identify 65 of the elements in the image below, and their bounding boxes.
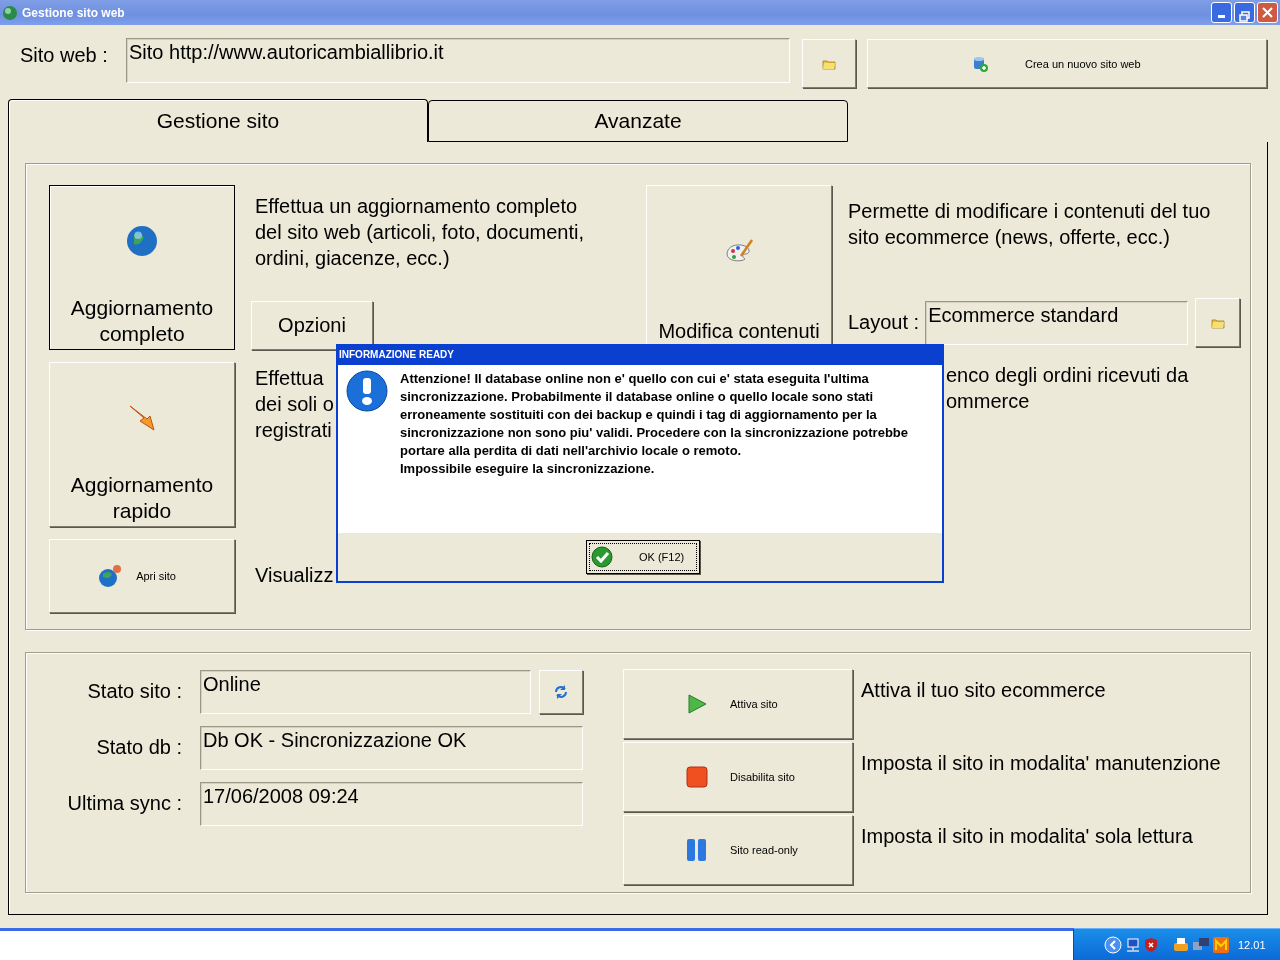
network-icon — [1125, 936, 1141, 953]
field-label: Sito web : — [20, 44, 109, 67]
globe-icon — [126, 224, 158, 257]
field-label: Stato sito : — [86, 680, 183, 703]
description-text: Effettua un aggiornamento completo del sito web (articoli, foto, documenti, ordini, giacenze, ecc.) — [255, 194, 586, 271]
description-text: Imposta il sito in modalita' sola lettura — [861, 825, 1193, 848]
browse-button[interactable] — [1195, 298, 1241, 347]
message-text: Impossibile eseguire la sincronizzazione. — [400, 460, 656, 478]
options-button[interactable]: Opzioni — [251, 301, 373, 350]
description-text: Effettua — [255, 366, 324, 391]
description-text: Visualizz — [255, 563, 335, 588]
description-text: Permette di modificare i contenuti del tuo sito ecommerce (news, offerte, ecc.) — [848, 199, 1212, 250]
site-field[interactable]: Sito http://www.autoricambiallibrio.it — [126, 38, 790, 83]
full-update-button[interactable]: Aggiornamento completo — [49, 185, 235, 350]
description-text: registrati — [255, 418, 332, 443]
minimize-button[interactable] — [1211, 2, 1232, 23]
field-label: Ultima sync : — [66, 792, 183, 815]
check-icon — [591, 546, 613, 568]
stop-icon — [686, 766, 708, 788]
tab[interactable]: Avanzate — [428, 100, 848, 142]
printer-icon — [1173, 936, 1189, 953]
quick-update-button[interactable]: Aggiornamento rapido — [49, 362, 235, 527]
database-add-icon — [972, 55, 988, 72]
description-text: ommerce — [946, 389, 1030, 414]
window-title: Gestione sito web — [22, 5, 125, 20]
globe-icon — [98, 564, 123, 588]
message-text: Attenzione! Il database online non e' quello con cui e' stata eseguita l'ultima sincronizzazione. Probabilmente il database online o quello locale sono stati erroneamente sostituiti con dei backup e quindi i tag di aggiornamento per la sincronizzazione non sono piu' validi. Procedere con la sincronizzazione potrebbe portare alla perdita di dati nell'archivio locale o remoto. — [400, 370, 909, 460]
status-field: Db OK - Sincronizzazione OK — [200, 726, 583, 770]
dialog-title: INFORMAZIONE READY — [338, 346, 942, 365]
description-text: enco degli ordini ricevuti da — [946, 363, 1189, 388]
open-site-button[interactable]: Apri sito — [49, 539, 235, 613]
shield-icon — [1144, 936, 1158, 953]
browse-button[interactable] — [802, 39, 856, 88]
app-icon — [2, 4, 18, 21]
clock: 12.01 — [1238, 938, 1266, 951]
restore-icon — [1239, 11, 1250, 22]
description-text: Imposta il sito in modalita' manutenzione — [861, 752, 1221, 775]
description-text: dei soli o — [255, 392, 334, 417]
folder-icon — [1210, 316, 1225, 329]
status-field: 17/06/2008 09:24 — [200, 782, 583, 826]
minimize-icon — [1218, 15, 1225, 18]
field-label: Stato db : — [95, 736, 183, 759]
disable-button[interactable]: Disabilita sito — [623, 742, 853, 812]
status-field: Online — [200, 670, 531, 714]
maximize-button[interactable] — [1234, 2, 1255, 23]
close-icon — [1262, 7, 1273, 18]
field-label: Layout : — [848, 311, 920, 334]
read-only-button[interactable]: Sito read-only — [623, 815, 853, 885]
activate-button[interactable]: Attiva sito — [623, 669, 853, 739]
play-icon — [687, 693, 707, 715]
tab[interactable]: Gestione sito — [8, 99, 428, 142]
refresh-button[interactable] — [539, 670, 583, 714]
computers-icon — [1192, 936, 1210, 953]
close-button[interactable] — [1257, 2, 1278, 23]
pause-icon — [686, 838, 708, 862]
ok-button[interactable]: OK (F12) — [586, 540, 700, 574]
exclamation-icon — [346, 370, 388, 412]
new-site-button[interactable]: Crea un nuovo sito web — [867, 39, 1267, 88]
m-icon — [1213, 936, 1229, 953]
chevron-icon — [1104, 935, 1122, 954]
layout-field[interactable]: Ecommerce standard — [925, 300, 1189, 345]
edit-content-button[interactable]: Modifica contenuti — [646, 185, 832, 345]
folder-icon — [822, 57, 836, 70]
description-text: Attiva il tuo sito ecommerce — [861, 679, 1106, 702]
refresh-icon — [553, 684, 569, 700]
